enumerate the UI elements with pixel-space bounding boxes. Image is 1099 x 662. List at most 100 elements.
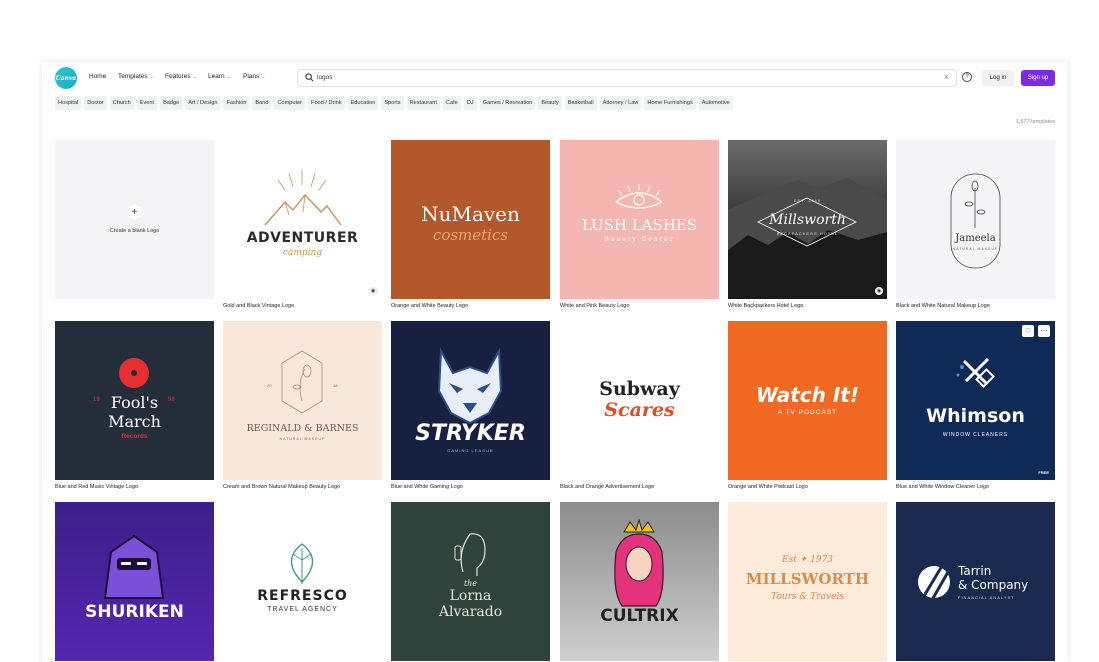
template-card[interactable]: Jameela NATURAL MAKEUP [896,140,1055,299]
signup-button[interactable]: Sign up [1021,70,1055,86]
chip-dj[interactable]: DJ [463,96,477,110]
logo-text: Canva [55,74,77,82]
art-subtitle: BACKPACKERS HOTEL [776,231,839,236]
chip-education[interactable]: Education [347,96,379,110]
art-est: Est ✦ 1973 [782,555,833,565]
chip-hospital[interactable]: Hospital [55,96,82,110]
plus-icon: + [127,205,142,219]
chip-home-furnishings[interactable]: Home Furnishings [644,96,696,110]
help-glyph: ? [965,74,969,80]
chip-restaurant[interactable]: Restaurant [406,96,440,110]
blank-label: Create a blank Logo [109,228,160,234]
chip-automotive[interactable]: Automotive [698,96,733,110]
canva-logo[interactable]: Canva [55,67,77,89]
art-title: CULTRIX [600,606,679,626]
template-card[interactable]: LUSH LASHES Beauty Center [560,140,719,299]
app-window: Canva Home Templates ⌄ Features ⌄ Learn ⌄ P… [42,62,1068,662]
search-bar[interactable]: logos × [297,69,957,87]
create-blank-card[interactable]: + Create a blank Logo [55,140,214,299]
eye-icon[interactable]: ◉ [875,287,883,295]
art-title: Millsworth [769,212,846,228]
art-title: Lorna [449,588,492,604]
art-title: STRYKER [415,421,526,446]
chip-fashion[interactable]: Fashion [223,96,250,110]
heart-icon[interactable]: ♡ [1022,325,1034,337]
template-card[interactable]: SHURIKEN [55,502,214,661]
chip-cafe[interactable]: Cafe [442,96,461,110]
nav-learn[interactable]: Learn ⌄ [208,73,231,80]
hexagon-flower-icon [281,350,323,414]
art-subtitle: Beauty Center [604,236,675,243]
nav-features[interactable]: Features ⌄ [165,73,197,80]
template-card[interactable]: EST. 2019 Millsworth BACKPACKERS HOTEL ◉ [728,140,887,299]
nav-plans-label: Plans [243,73,260,80]
chip-art-design[interactable]: Art / Design [185,96,221,110]
art-subtitle: NATURAL MAKEUP [952,247,999,251]
chip-computer[interactable]: Computer [274,96,306,110]
chevron-down-icon: ⌄ [261,73,266,80]
chip-badge[interactable]: Badge [160,96,183,110]
nav-templates[interactable]: Templates ⌄ [118,73,154,80]
template-card[interactable]: Est ✦ 1973 MILLSWORTH Tours & Travels [728,502,887,661]
template-title: White Backpackers Hotel Logo [728,303,804,309]
chip-event[interactable]: Event [136,96,158,110]
art-title: REGINALD & BARNES [246,423,359,434]
squeegee-icon [956,357,995,388]
chip-food-drink[interactable]: Food / Drink [308,96,345,110]
more-icon[interactable]: ⋯ [1038,325,1050,337]
chip-games-recreation[interactable]: Games / Recreation [479,96,536,110]
template-card[interactable]: ADVENTURER camping ◉ [223,140,382,299]
art-subtitle: A TV PODCAST [777,409,838,416]
help-icon[interactable]: ? [962,72,972,82]
eye-icon[interactable]: ◉ [368,287,378,295]
art-est-year: 1973 [810,555,833,565]
template-card[interactable]: STRYKER GAMING LEAGUE [391,321,550,480]
template-title: Blue and Red Music Vintage Logo [55,484,139,490]
nav-plans[interactable]: Plans ⌄ [243,73,265,80]
template-card[interactable]: NuMaven cosmetics [391,140,550,299]
art-subtitle: GAMING LEAGUE [447,448,494,453]
art-title: LUSH LASHES [581,216,698,234]
template-card[interactable]: Tarrin & Company FINANCIAL ANALYST [896,502,1055,661]
art-subtitle: Records [121,433,148,440]
template-card[interactable]: 20 18 REGINALD & BARNES NATURAL MAKEUP [223,321,382,480]
art-left-num: 20 [267,383,272,388]
template-card[interactable]: Subway Scares [560,321,719,480]
login-button[interactable]: Log in [982,70,1014,86]
nav-templates-label: Templates [118,73,148,80]
template-card[interactable]: REFRESCO TRAVEL AGENCY [223,502,382,661]
top-nav: Canva Home Templates ⌄ Features ⌄ Learn ⌄ P… [42,62,1068,94]
queen-icon [614,518,664,607]
chevron-down-icon: ⌄ [226,73,231,80]
chip-attorney-law[interactable]: Attorney / Law [599,96,642,110]
search-input[interactable]: logos [317,74,333,81]
template-title: Black and White Natural Makeup Logo [896,303,990,309]
template-title: White and Pink Beauty Logo [560,303,630,309]
search-icon [305,73,314,82]
template-card[interactable]: Watch It! A TV PODCAST [728,321,887,480]
template-card[interactable]: 19 98 Fool's March Records [55,321,214,480]
chip-beauty[interactable]: Beauty [538,96,562,110]
art-title: Watch It! [756,383,859,407]
flower-icon [950,173,1001,269]
chip-doctor[interactable]: Doctor [84,96,107,110]
chip-church[interactable]: Church [109,96,134,110]
art-subtitle: Scares [604,399,675,421]
chip-sports[interactable]: Sports [381,96,404,110]
template-title: Gold and Black Vintage Logo [223,303,295,309]
art-title: Jameela [955,233,996,244]
clear-icon[interactable]: × [944,72,949,82]
art-title: Fool's [110,393,159,412]
art-the: the [463,579,478,588]
template-card[interactable]: Whimson WINDOW CLEANERS FREE ♡ ⋯ [896,321,1055,480]
template-card[interactable]: the Lorna Alvarado [391,502,550,661]
art-subtitle: NATURAL MAKEUP [279,437,326,441]
nav-home[interactable]: Home [89,73,106,80]
template-card[interactable]: SEATTLE CULTRIX [560,502,719,661]
chip-basketball[interactable]: Basketball [564,96,597,110]
art-title: Tarrin [958,564,992,578]
art-title: SHURIKEN [85,602,184,622]
art-title-2: March [108,412,161,431]
chevron-down-icon: ⌄ [149,73,154,80]
chip-band[interactable]: Band [252,96,272,110]
